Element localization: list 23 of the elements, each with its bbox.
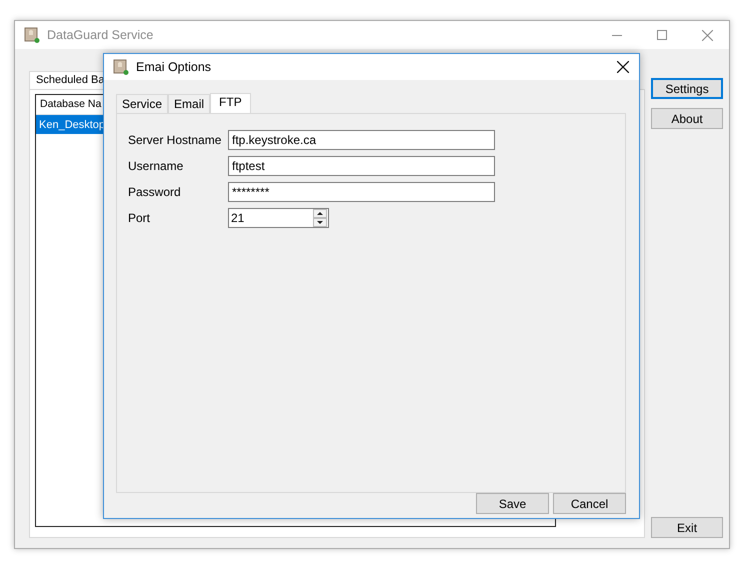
field-label: Password (128, 185, 182, 199)
maximize-icon[interactable] (657, 30, 667, 40)
tab[interactable]: Email (168, 94, 210, 113)
input-field[interactable]: ******** (228, 182, 495, 202)
button[interactable]: Cancel (553, 493, 626, 514)
row-text: Ken_Desktop (39, 118, 106, 130)
field-label: Port (128, 211, 152, 225)
field-label: Username (128, 159, 184, 173)
button[interactable]: About (651, 108, 723, 129)
dialog-title: Emai Options (136, 60, 212, 74)
app-icon (24, 27, 40, 43)
column-header[interactable]: Database Na (36, 95, 106, 114)
button[interactable]: Exit (651, 517, 723, 538)
app-icon (113, 59, 129, 75)
close-icon[interactable] (617, 61, 629, 73)
button[interactable]: Settings (651, 78, 723, 99)
input-field[interactable]: ftp.keystroke.ca (228, 130, 495, 150)
tab[interactable]: FTP (210, 93, 251, 113)
field-label: Server Hostname (128, 133, 222, 147)
tab[interactable]: Service (116, 94, 168, 113)
button[interactable]: Save (476, 493, 549, 514)
input-field[interactable]: ftptest (228, 156, 495, 176)
window-title: DataGuard Service (47, 28, 154, 42)
